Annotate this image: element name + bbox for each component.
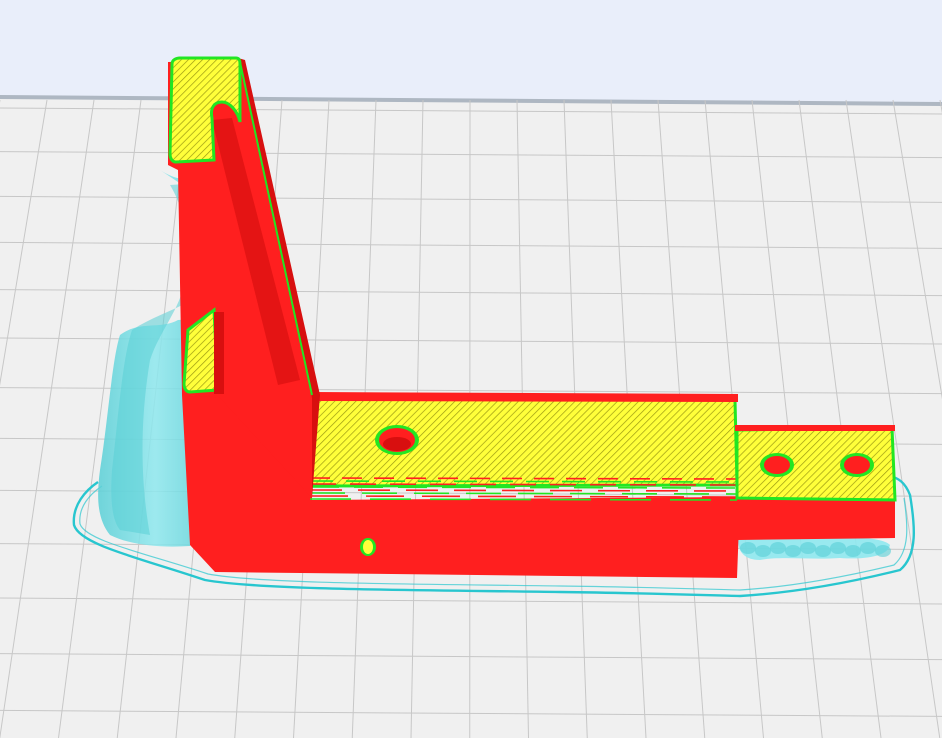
support-bump <box>800 542 816 554</box>
mounting-hole-right-2 <box>840 453 874 477</box>
support-bump <box>815 545 831 557</box>
support-bump <box>830 542 846 554</box>
slice-preview-canvas[interactable] <box>0 0 942 738</box>
mounting-hole-right-1 <box>760 453 794 477</box>
layer-streak <box>309 489 738 492</box>
support-bump <box>755 545 771 557</box>
base-block-top <box>308 398 737 486</box>
support-bump <box>875 545 891 557</box>
mounting-hole-large <box>375 425 419 455</box>
support-bump <box>785 545 801 557</box>
arm-ledge-side <box>214 312 224 394</box>
layer-streak <box>309 498 738 501</box>
bridge-tab-front <box>737 497 895 540</box>
layer-streak <box>309 483 738 486</box>
support-bump <box>860 542 876 554</box>
support-bump <box>740 542 756 554</box>
side-screw-hole <box>360 538 376 556</box>
layer-view-viewport[interactable] <box>0 0 942 738</box>
bridge-tab-rim <box>735 425 895 431</box>
support-bump <box>845 545 861 557</box>
support-bump <box>770 542 786 554</box>
